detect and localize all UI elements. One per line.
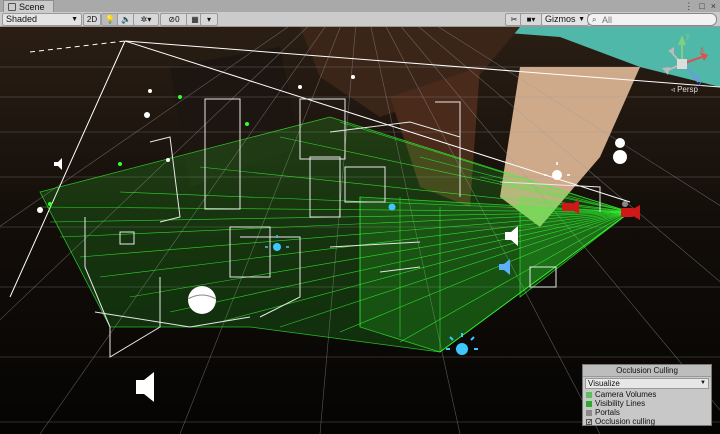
- legend-label: Camera Volumes: [595, 390, 657, 399]
- scene-tab-icon: [8, 3, 16, 11]
- scene-search[interactable]: ⌕: [587, 13, 717, 26]
- light-bulb-icon: 💡: [105, 15, 115, 24]
- occlusion-culling-panel: Occlusion Culling Visualize ▼ Camera Vol…: [582, 364, 712, 426]
- effects-icon: ✲▾: [140, 15, 152, 24]
- chevron-down-icon: ▼: [700, 380, 706, 386]
- occlusion-mode-value: Visualize: [588, 379, 620, 388]
- gizmo-axis-z: z: [698, 79, 702, 88]
- occlusion-checkbox[interactable]: [586, 418, 592, 425]
- kebab-menu-icon[interactable]: ⋮: [684, 1, 693, 12]
- maximize-icon[interactable]: □: [699, 1, 704, 12]
- chevron-down-icon: ▾: [206, 15, 211, 24]
- scene-toolbar: Shaded ▼ 2D 💡 🔈 ✲▾ ⊘0 ▦ ▾ ✂ ■▾ Gizmos ▼ …: [0, 12, 720, 27]
- gizmo-axis-x: x: [700, 45, 704, 54]
- speaker-icon: 🔈: [121, 15, 131, 24]
- occlusion-panel-title: Occlusion Culling: [583, 365, 711, 377]
- draw-mode-value: Shaded: [6, 14, 38, 24]
- grid-icon: ▦: [191, 15, 199, 24]
- search-icon: ⌕: [592, 15, 597, 24]
- hidden-count: 0: [175, 15, 180, 24]
- portals-swatch: [586, 409, 592, 416]
- gizmos-label: Gizmos: [545, 14, 576, 24]
- visibility-lines-swatch: [586, 400, 592, 407]
- legend-camera-volumes: Camera Volumes: [583, 390, 711, 399]
- scene-visibility-button[interactable]: ⊘0: [160, 13, 188, 26]
- tab-scene-label: Scene: [19, 2, 45, 12]
- window-controls: ⋮ □ ×: [684, 1, 716, 12]
- occlusion-culling-toggle[interactable]: Occlusion culling: [583, 417, 711, 426]
- toggle-2d-button[interactable]: 2D: [83, 13, 101, 26]
- projection-toggle[interactable]: ◃ Persp: [671, 85, 698, 94]
- legend-label: Visibility Lines: [595, 399, 646, 408]
- legend-portals: Portals: [583, 408, 711, 417]
- view-options-dropdown[interactable]: ▾: [200, 13, 218, 26]
- toggle-2d-label: 2D: [86, 15, 98, 24]
- gear-icon[interactable]: [37, 207, 43, 213]
- camera-icon: ■▾: [526, 15, 536, 24]
- close-icon[interactable]: ×: [711, 1, 716, 12]
- legend-visibility-lines: Visibility Lines: [583, 399, 711, 408]
- legend-label: Portals: [595, 408, 620, 417]
- camera-volumes-swatch: [586, 391, 592, 398]
- projection-label: Persp: [677, 85, 698, 94]
- occlusion-mode-dropdown[interactable]: Visualize ▼: [585, 378, 709, 389]
- search-input[interactable]: [602, 14, 702, 25]
- chevron-down-icon: ▼: [578, 16, 585, 23]
- light-icon[interactable]: [388, 203, 396, 211]
- occlusion-toggle-label: Occlusion culling: [595, 417, 656, 426]
- effects-dropdown[interactable]: ✲▾: [133, 13, 159, 26]
- wrench-icon: ✂: [510, 15, 518, 24]
- gizmo-axis-y: y: [686, 31, 690, 40]
- draw-mode-dropdown[interactable]: Shaded ▼: [2, 13, 82, 26]
- chevron-down-icon: ▼: [71, 16, 78, 23]
- gizmos-dropdown[interactable]: Gizmos ▼: [541, 13, 589, 26]
- scene-window: Scene ⋮ □ × Shaded ▼ 2D 💡 🔈 ✲▾ ⊘0 ▦ ▾ ✂ …: [0, 0, 720, 434]
- scene-viewport[interactable]: x y z ◃ Persp Occlusion Culling Visualiz…: [0, 27, 720, 434]
- camera-dropdown[interactable]: ■▾: [520, 13, 542, 26]
- reflection-probe-icon[interactable]: [187, 286, 217, 314]
